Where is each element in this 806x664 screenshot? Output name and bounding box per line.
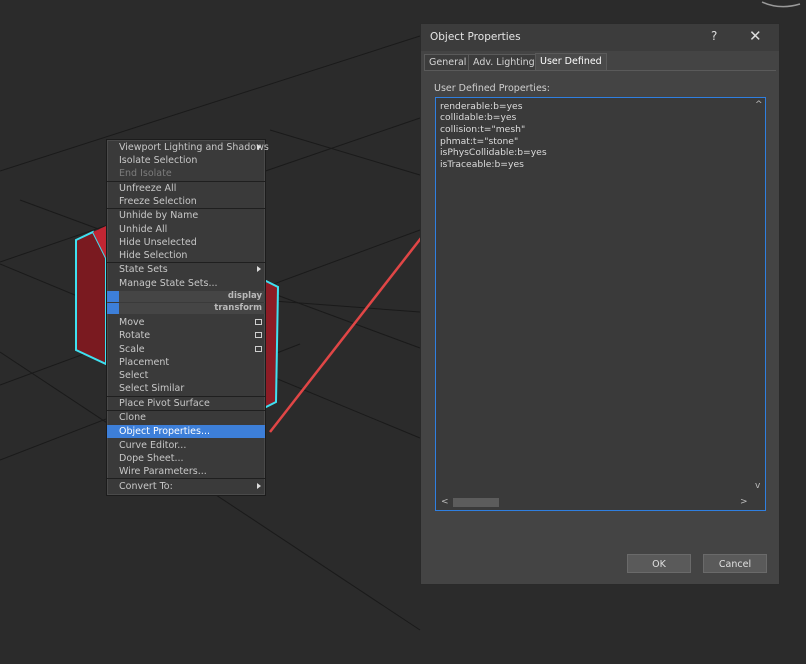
- scroll-up-icon[interactable]: ^: [755, 100, 763, 110]
- options-box-icon[interactable]: [255, 319, 262, 325]
- menu-item-label: Convert To:: [119, 481, 173, 492]
- property-line: phmat:t="stone": [440, 136, 519, 147]
- menu-item-label: Viewport Lighting and Shadows: [119, 142, 269, 153]
- menu-item-isolate-selection[interactable]: Isolate Selection: [107, 154, 265, 167]
- menu-item-viewport-lighting-and-shadows[interactable]: Viewport Lighting and Shadows: [107, 141, 269, 154]
- menu-item-scale[interactable]: Scale: [107, 343, 265, 356]
- menu-item-curve-editor[interactable]: Curve Editor...: [107, 439, 265, 452]
- dialog-title-bar[interactable]: Object Properties ? ✕: [421, 24, 779, 51]
- object-properties-dialog: Object Properties ? ✕ General Adv. Light…: [420, 23, 780, 585]
- close-icon[interactable]: ✕: [749, 27, 762, 45]
- quadrant-band-display[interactable]: display: [107, 291, 265, 302]
- property-line: collidable:b=yes: [440, 112, 517, 123]
- dialog-title: Object Properties: [430, 31, 521, 43]
- tab-adv-lighting[interactable]: Adv. Lighting: [468, 54, 540, 70]
- menu-item-dope-sheet[interactable]: Dope Sheet...: [107, 452, 265, 465]
- property-line: collision:t="mesh": [440, 124, 526, 135]
- menu-item-place-pivot-surface[interactable]: Place Pivot Surface: [107, 397, 265, 410]
- submenu-arrow-icon: [257, 266, 261, 272]
- menu-item-label: State Sets: [119, 264, 168, 275]
- band-label: display: [227, 291, 262, 301]
- user-defined-properties-textarea[interactable]: renderable:b=yes collidable:b=yes collis…: [435, 97, 766, 511]
- viewport-context-menu: Viewport Lighting and Shadows Isolate Se…: [106, 139, 269, 496]
- scroll-right-icon[interactable]: >: [740, 497, 748, 507]
- tab-general[interactable]: General: [424, 54, 472, 70]
- quadrant-band-transform[interactable]: transform: [107, 303, 265, 314]
- menu-separator: [107, 478, 265, 479]
- menu-item-manage-state-sets[interactable]: Manage State Sets...: [107, 277, 265, 290]
- scroll-left-icon[interactable]: <: [441, 497, 449, 507]
- menu-item-rotate[interactable]: Rotate: [107, 329, 265, 342]
- menu-item-unhide-all[interactable]: Unhide All: [107, 223, 265, 236]
- quadrant-marker: [107, 291, 119, 302]
- help-button[interactable]: ?: [711, 29, 717, 43]
- submenu-arrow-icon: [257, 483, 261, 489]
- menu-item-hide-selection[interactable]: Hide Selection: [107, 249, 265, 262]
- property-line: renderable:b=yes: [440, 101, 523, 112]
- horizontal-scrollbar[interactable]: < >: [437, 496, 753, 509]
- property-line: isTraceable:b=yes: [440, 159, 524, 170]
- submenu-arrow-icon: [257, 144, 261, 150]
- cancel-button[interactable]: Cancel: [703, 554, 767, 573]
- band-label: transform: [214, 303, 262, 313]
- menu-item-clone[interactable]: Clone: [107, 411, 265, 424]
- menu-item-select[interactable]: Select: [107, 369, 265, 382]
- options-box-icon[interactable]: [255, 346, 262, 352]
- menu-item-label: Scale: [119, 344, 145, 355]
- menu-item-freeze-selection[interactable]: Freeze Selection: [107, 195, 265, 208]
- menu-item-unhide-by-name[interactable]: Unhide by Name: [107, 209, 265, 222]
- menu-item-select-similar[interactable]: Select Similar: [107, 382, 265, 395]
- options-box-icon[interactable]: [255, 332, 262, 338]
- menu-item-hide-unselected[interactable]: Hide Unselected: [107, 236, 265, 249]
- tab-user-defined[interactable]: User Defined: [535, 53, 607, 71]
- menu-item-unfreeze-all[interactable]: Unfreeze All: [107, 182, 265, 195]
- menu-item-placement[interactable]: Placement: [107, 356, 265, 369]
- ok-button[interactable]: OK: [627, 554, 691, 573]
- menu-item-end-isolate: End Isolate: [119, 168, 172, 179]
- menu-item-move[interactable]: Move: [107, 316, 265, 329]
- user-defined-properties-label: User Defined Properties:: [434, 83, 550, 94]
- menu-item-label: Rotate: [119, 330, 151, 341]
- scroll-down-icon[interactable]: v: [755, 481, 760, 491]
- property-line: isPhysCollidable:b=yes: [440, 147, 547, 158]
- menu-item-wire-parameters[interactable]: Wire Parameters...: [107, 465, 265, 478]
- vertical-scrollbar[interactable]: ^ v: [752, 99, 764, 495]
- quadrant-marker: [107, 303, 119, 314]
- menu-item-convert-to[interactable]: Convert To:: [107, 480, 265, 493]
- menu-item-state-sets[interactable]: State Sets: [107, 263, 265, 276]
- scrollbar-thumb[interactable]: [453, 498, 499, 507]
- menu-item-object-properties[interactable]: Object Properties...: [107, 425, 265, 438]
- menu-item-label: Move: [119, 317, 145, 328]
